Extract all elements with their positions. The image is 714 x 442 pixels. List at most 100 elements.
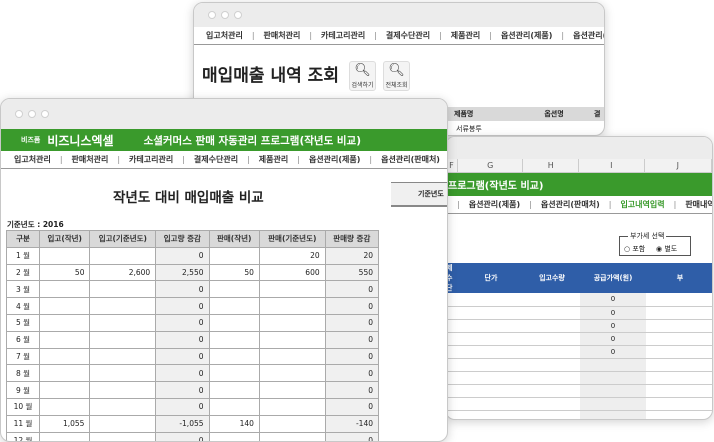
table-cell [258,397,326,416]
table-cell [208,397,260,416]
nav-item[interactable]: 카테고리관리 [129,154,173,165]
table-cell: 0 [155,347,210,366]
nav-item[interactable]: 옵션관리(제품) [501,30,552,41]
table-cell[interactable] [580,384,646,398]
table-cell[interactable] [524,319,580,333]
table-cell[interactable] [646,319,712,333]
nav-item[interactable]: 옵션관리(판매처) [573,30,604,41]
nav-item[interactable]: 옵션관리(판매처) [381,154,440,165]
page-title: 매입매출 내역 조회 [202,66,339,86]
table-cell [39,246,91,265]
table-cell[interactable] [458,293,524,307]
table-cell[interactable] [524,410,580,419]
search-button[interactable]: 🔍︎ 검색하기 [349,61,376,91]
nav-separator: | [457,200,460,209]
table-cell[interactable] [524,332,580,346]
table-cell[interactable] [646,358,712,372]
nav-item[interactable]: 옵션관리(제품) [469,199,520,210]
table-cell[interactable] [524,358,580,372]
vat-exclude-radio[interactable]: ◉ 별도 [656,244,677,254]
table-cell[interactable] [458,397,524,411]
table-cell[interactable] [458,384,524,398]
nav-item[interactable]: 결제수단관리 [194,154,238,165]
table-cell[interactable] [646,293,712,307]
nav-separator: | [673,200,677,209]
table-cell[interactable] [458,319,524,333]
nav-separator: | [117,155,121,164]
column-header: 판매(기준년도) [258,230,326,248]
table-cell[interactable] [458,306,524,320]
table-cell[interactable] [458,332,524,346]
table-cell[interactable] [524,306,580,320]
table-cell: 0 [155,313,210,332]
table-row: 0 [446,306,712,320]
table-cell[interactable] [646,410,712,419]
table-cell: 2,550 [155,263,210,282]
purchase-entry-window: FGHIJ 프로그램(작년도 비교) | 옵션관리(제품) | 옵션관리(판매처) | 입… [445,136,713,420]
table-cell [39,431,91,441]
nav-item[interactable]: 제품관리 [259,154,288,165]
table-cell[interactable] [458,358,524,372]
table-cell[interactable] [524,345,580,359]
nav-item[interactable]: 결제수단관리 [386,30,430,41]
table-cell[interactable] [524,384,580,398]
nav-item[interactable]: 카테고리관리 [321,30,365,41]
nav-item[interactable]: 입고처관리 [14,154,51,165]
nav-item[interactable]: 제품관리 [451,30,480,41]
table-cell [208,297,260,315]
nav-item[interactable]: 입고처관리 [206,30,243,41]
table-cell[interactable] [646,384,712,398]
table-cell[interactable] [646,371,712,385]
nav-item[interactable]: 판매처관리 [72,154,109,165]
table-row: 8 월 0 0 [5,364,380,383]
table-cell[interactable]: 0 [580,345,646,359]
table-cell: 20 [324,246,380,265]
table-cell[interactable] [580,358,646,372]
table-row [446,397,712,411]
table-cell[interactable] [580,397,646,411]
nav-item[interactable]: 옵션관리(제품) [309,154,360,165]
table-cell: 0 [155,297,210,315]
table-cell[interactable] [524,397,580,411]
table-cell[interactable] [646,397,712,411]
table-cell[interactable] [458,371,524,385]
table-cell[interactable] [646,345,712,359]
table-cell[interactable] [458,345,524,359]
table-row: 3 월 0 0 [5,280,380,299]
vat-include-radio[interactable]: ○ 포함 [624,244,645,254]
vat-select-group: 부가세 선택 ○ 포함 ◉ 별도 [619,231,691,256]
table-cell[interactable] [646,306,712,320]
nav-separator: | [608,200,612,209]
table-cell[interactable] [458,410,524,419]
nav-item[interactable]: 판매내역입력 [685,199,712,210]
table-cell: 0 [155,280,210,299]
table-cell [208,381,260,399]
table-cell[interactable] [646,332,712,346]
comparison-table: 구분 입고(작년) 입고(기준년도) 입고량 증감 판매(작년) 판매(기준년도) 판매량 … [5,230,380,441]
table-row: 6 월 0 0 [5,330,380,349]
table-cell[interactable] [524,371,580,385]
table-cell[interactable]: 0 [580,293,646,307]
table-cell [258,347,326,366]
table-cell: 11 월 [5,414,41,433]
table-cell [258,330,326,349]
column-header: 입고량 증감 [155,230,210,248]
table-cell[interactable] [580,371,646,385]
table-cell [89,347,157,366]
table-cell [258,297,326,315]
base-year-label: 기준년도 : 2016 [7,220,64,229]
table-cell[interactable]: 0 [580,332,646,346]
nav-item[interactable]: 입고내역입력 [620,199,664,210]
nav-menu: 입고처관리 | 판매처관리 | 카테고리관리 | 결제수단관리 | 제품관리 | 옵션관리(제품) |… [194,27,604,45]
nav-separator: | [374,31,377,40]
nav-item[interactable]: 옵션관리(판매처) [541,199,600,210]
table-cell[interactable] [580,410,646,419]
nav-item[interactable]: 판매처관리 [264,30,301,41]
year-box: 기준년도 [391,182,447,207]
table-cell: 6 월 [5,330,41,349]
view-all-button[interactable]: 🔍︎ 전체조회 [383,61,410,91]
table-cell[interactable] [524,293,580,307]
table-cell[interactable]: 0 [580,319,646,333]
table-cell[interactable]: 0 [580,306,646,320]
table-row: 1 월 0 20 20 [5,246,380,265]
